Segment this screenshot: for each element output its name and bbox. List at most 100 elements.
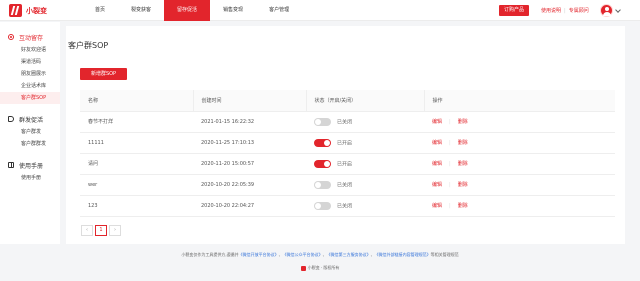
- sidebar: 互动留存 好友欢迎语 渠道活码 朋友圈展示 企业话术库 客户群SOP 群发促活 …: [0, 22, 60, 244]
- table-header-row: 名称 创建时间 状态（开启/关闭） 操作: [80, 90, 615, 112]
- created-time: 2020-10-20 22:05:39: [193, 174, 306, 196]
- sidebar-group-label: 群发促活: [19, 116, 44, 124]
- status-cell: 已关闭: [306, 111, 424, 133]
- edit-link[interactable]: 编辑: [432, 119, 442, 125]
- sidebar-group-broadcast[interactable]: 群发促活: [0, 112, 60, 126]
- nav-item-acquisition[interactable]: 裂变获客: [118, 0, 164, 21]
- edit-link[interactable]: 编辑: [432, 203, 442, 209]
- sidebar-item-group-broadcast[interactable]: 客户群群发: [0, 138, 60, 150]
- top-nav-bar: 小裂变 首页 裂变获客 留存促活 销售变现 客户管理 订购产品 使用说明 | 专…: [0, 0, 640, 21]
- brand-logo[interactable]: 小裂变: [9, 4, 47, 17]
- footer-notice: 小裂变仅作为工具提供方,遵循并《微信开放平台协议》、《微信公众平台协议》、《微信…: [0, 252, 640, 258]
- created-time: 2020-11-20 15:00:57: [193, 153, 306, 175]
- action-divider: |: [449, 182, 451, 188]
- status-label: 已关闭: [337, 203, 353, 209]
- toggle-knob: [324, 139, 330, 146]
- edit-link[interactable]: 编辑: [432, 182, 442, 188]
- add-group-sop-button[interactable]: 新增群SOP: [80, 68, 127, 80]
- footer-link-third-party[interactable]: 《微信第三方服务协议》: [327, 252, 371, 257]
- status-cell: 已开启: [306, 132, 424, 154]
- action-divider: |: [449, 119, 451, 125]
- footer-link-open-platform[interactable]: 《微信开放平台协议》: [239, 252, 279, 257]
- nav-item-customers[interactable]: 客户管理: [256, 0, 302, 21]
- status-label: 已关闭: [337, 182, 353, 188]
- footer-prefix: 小裂变仅作为工具提供方,遵循并: [181, 252, 239, 257]
- status-toggle[interactable]: [314, 159, 331, 168]
- logo-icon: [300, 265, 306, 271]
- sidebar-item-manual[interactable]: 使用手册: [0, 172, 60, 184]
- footer-suffix: 等相关管理规范: [430, 252, 459, 257]
- logo-icon: [9, 4, 22, 17]
- order-product-button[interactable]: 订购产品: [499, 5, 529, 16]
- status-label: 已开启: [337, 140, 353, 146]
- user-avatar[interactable]: [600, 4, 613, 17]
- actions-cell: 编辑 | 删除: [424, 111, 615, 133]
- sidebar-group-label: 互动留存: [19, 34, 44, 42]
- status-toggle[interactable]: [314, 201, 331, 210]
- toggle-knob: [324, 160, 330, 167]
- chat-icon: [8, 34, 14, 40]
- prev-page-button[interactable]: ‹: [81, 225, 93, 236]
- main-nav: 首页 裂变获客 留存促活 销售变现 客户管理: [82, 0, 302, 21]
- nav-item-sales[interactable]: 销售变现: [210, 0, 256, 21]
- sidebar-group-manual[interactable]: 使用手册: [0, 158, 60, 172]
- toggle-knob: [315, 202, 321, 209]
- delete-link[interactable]: 删除: [458, 140, 468, 146]
- action-divider: |: [449, 161, 451, 167]
- status-toggle[interactable]: [314, 117, 331, 126]
- table-row: 123 2020-10-20 22:04:27 已关闭 编辑 | 删除: [80, 195, 615, 217]
- column-header-actions: 操作: [424, 90, 615, 112]
- sidebar-item-channel-code[interactable]: 渠道活码: [0, 56, 60, 68]
- help-link[interactable]: 使用说明: [541, 7, 561, 14]
- actions-cell: 编辑 | 删除: [424, 132, 615, 154]
- sidebar-item-moments[interactable]: 朋友圈展示: [0, 68, 60, 80]
- page-number-button[interactable]: 1: [95, 225, 107, 236]
- main-content: 客户群SOP 新增群SOP 名称 创建时间 状态（开启/关闭） 操作 春节不打烊…: [66, 26, 625, 244]
- chevron-down-icon[interactable]: [615, 7, 621, 13]
- status-cell: 已关闭: [306, 195, 424, 217]
- action-divider: |: [449, 203, 451, 209]
- actions-cell: 编辑 | 删除: [424, 195, 615, 217]
- status-toggle[interactable]: [314, 180, 331, 189]
- edit-link[interactable]: 编辑: [432, 140, 442, 146]
- pagination: ‹ 1 ›: [81, 225, 123, 236]
- sop-name: 11111: [80, 132, 193, 154]
- nav-item-home[interactable]: 首页: [82, 0, 118, 21]
- nav-item-retention[interactable]: 留存促活: [164, 0, 211, 21]
- column-header-created: 创建时间: [193, 90, 307, 112]
- sidebar-group-interaction[interactable]: 互动留存: [0, 30, 60, 44]
- sidebar-item-group-sop[interactable]: 客户群SOP: [0, 92, 60, 104]
- status-cell: 已开启: [306, 153, 424, 175]
- megaphone-icon: [8, 116, 14, 122]
- edit-link[interactable]: 编辑: [432, 161, 442, 167]
- sidebar-item-welcome[interactable]: 好友欢迎语: [0, 44, 60, 56]
- footer-link-public-platform[interactable]: 《微信公众平台协议》: [283, 252, 323, 257]
- sop-name: 请问: [80, 153, 193, 175]
- sop-table: 名称 创建时间 状态（开启/关闭） 操作 春节不打烊 2021-01-15 16:…: [80, 90, 615, 217]
- sop-name: 123: [80, 195, 193, 217]
- sidebar-item-scripts[interactable]: 企业话术库: [0, 80, 60, 92]
- advisor-link[interactable]: 专属顾问: [569, 7, 589, 14]
- next-page-button[interactable]: ›: [109, 225, 121, 236]
- copyright-text: 小裂变 · 版权所有: [307, 265, 340, 270]
- table-row: 请问 2020-11-20 15:00:57 已开启 编辑 | 删除: [80, 153, 615, 175]
- footer-brand: 小裂变 · 版权所有: [0, 265, 640, 271]
- delete-link[interactable]: 删除: [458, 161, 468, 167]
- top-links: 使用说明 | 专属顾问: [541, 0, 589, 21]
- link-divider: |: [564, 7, 566, 14]
- delete-link[interactable]: 删除: [458, 182, 468, 188]
- sop-name: 春节不打烊: [80, 111, 193, 133]
- status-label: 已开启: [337, 161, 353, 167]
- action-divider: |: [449, 140, 451, 146]
- delete-link[interactable]: 删除: [458, 203, 468, 209]
- column-header-name: 名称: [80, 90, 194, 112]
- footer-link-external-rules[interactable]: 《微信外部链接内容管理规范》: [375, 252, 431, 257]
- column-header-status: 状态（开启/关闭）: [306, 90, 425, 112]
- actions-cell: 编辑 | 删除: [424, 174, 615, 196]
- sidebar-group-label: 使用手册: [19, 162, 44, 170]
- status-toggle[interactable]: [314, 138, 331, 147]
- delete-link[interactable]: 删除: [458, 119, 468, 125]
- page-title: 客户群SOP: [68, 41, 109, 50]
- sidebar-item-customer-broadcast[interactable]: 客户群发: [0, 126, 60, 138]
- table-row: wer 2020-10-20 22:05:39 已关闭 编辑 | 删除: [80, 174, 615, 196]
